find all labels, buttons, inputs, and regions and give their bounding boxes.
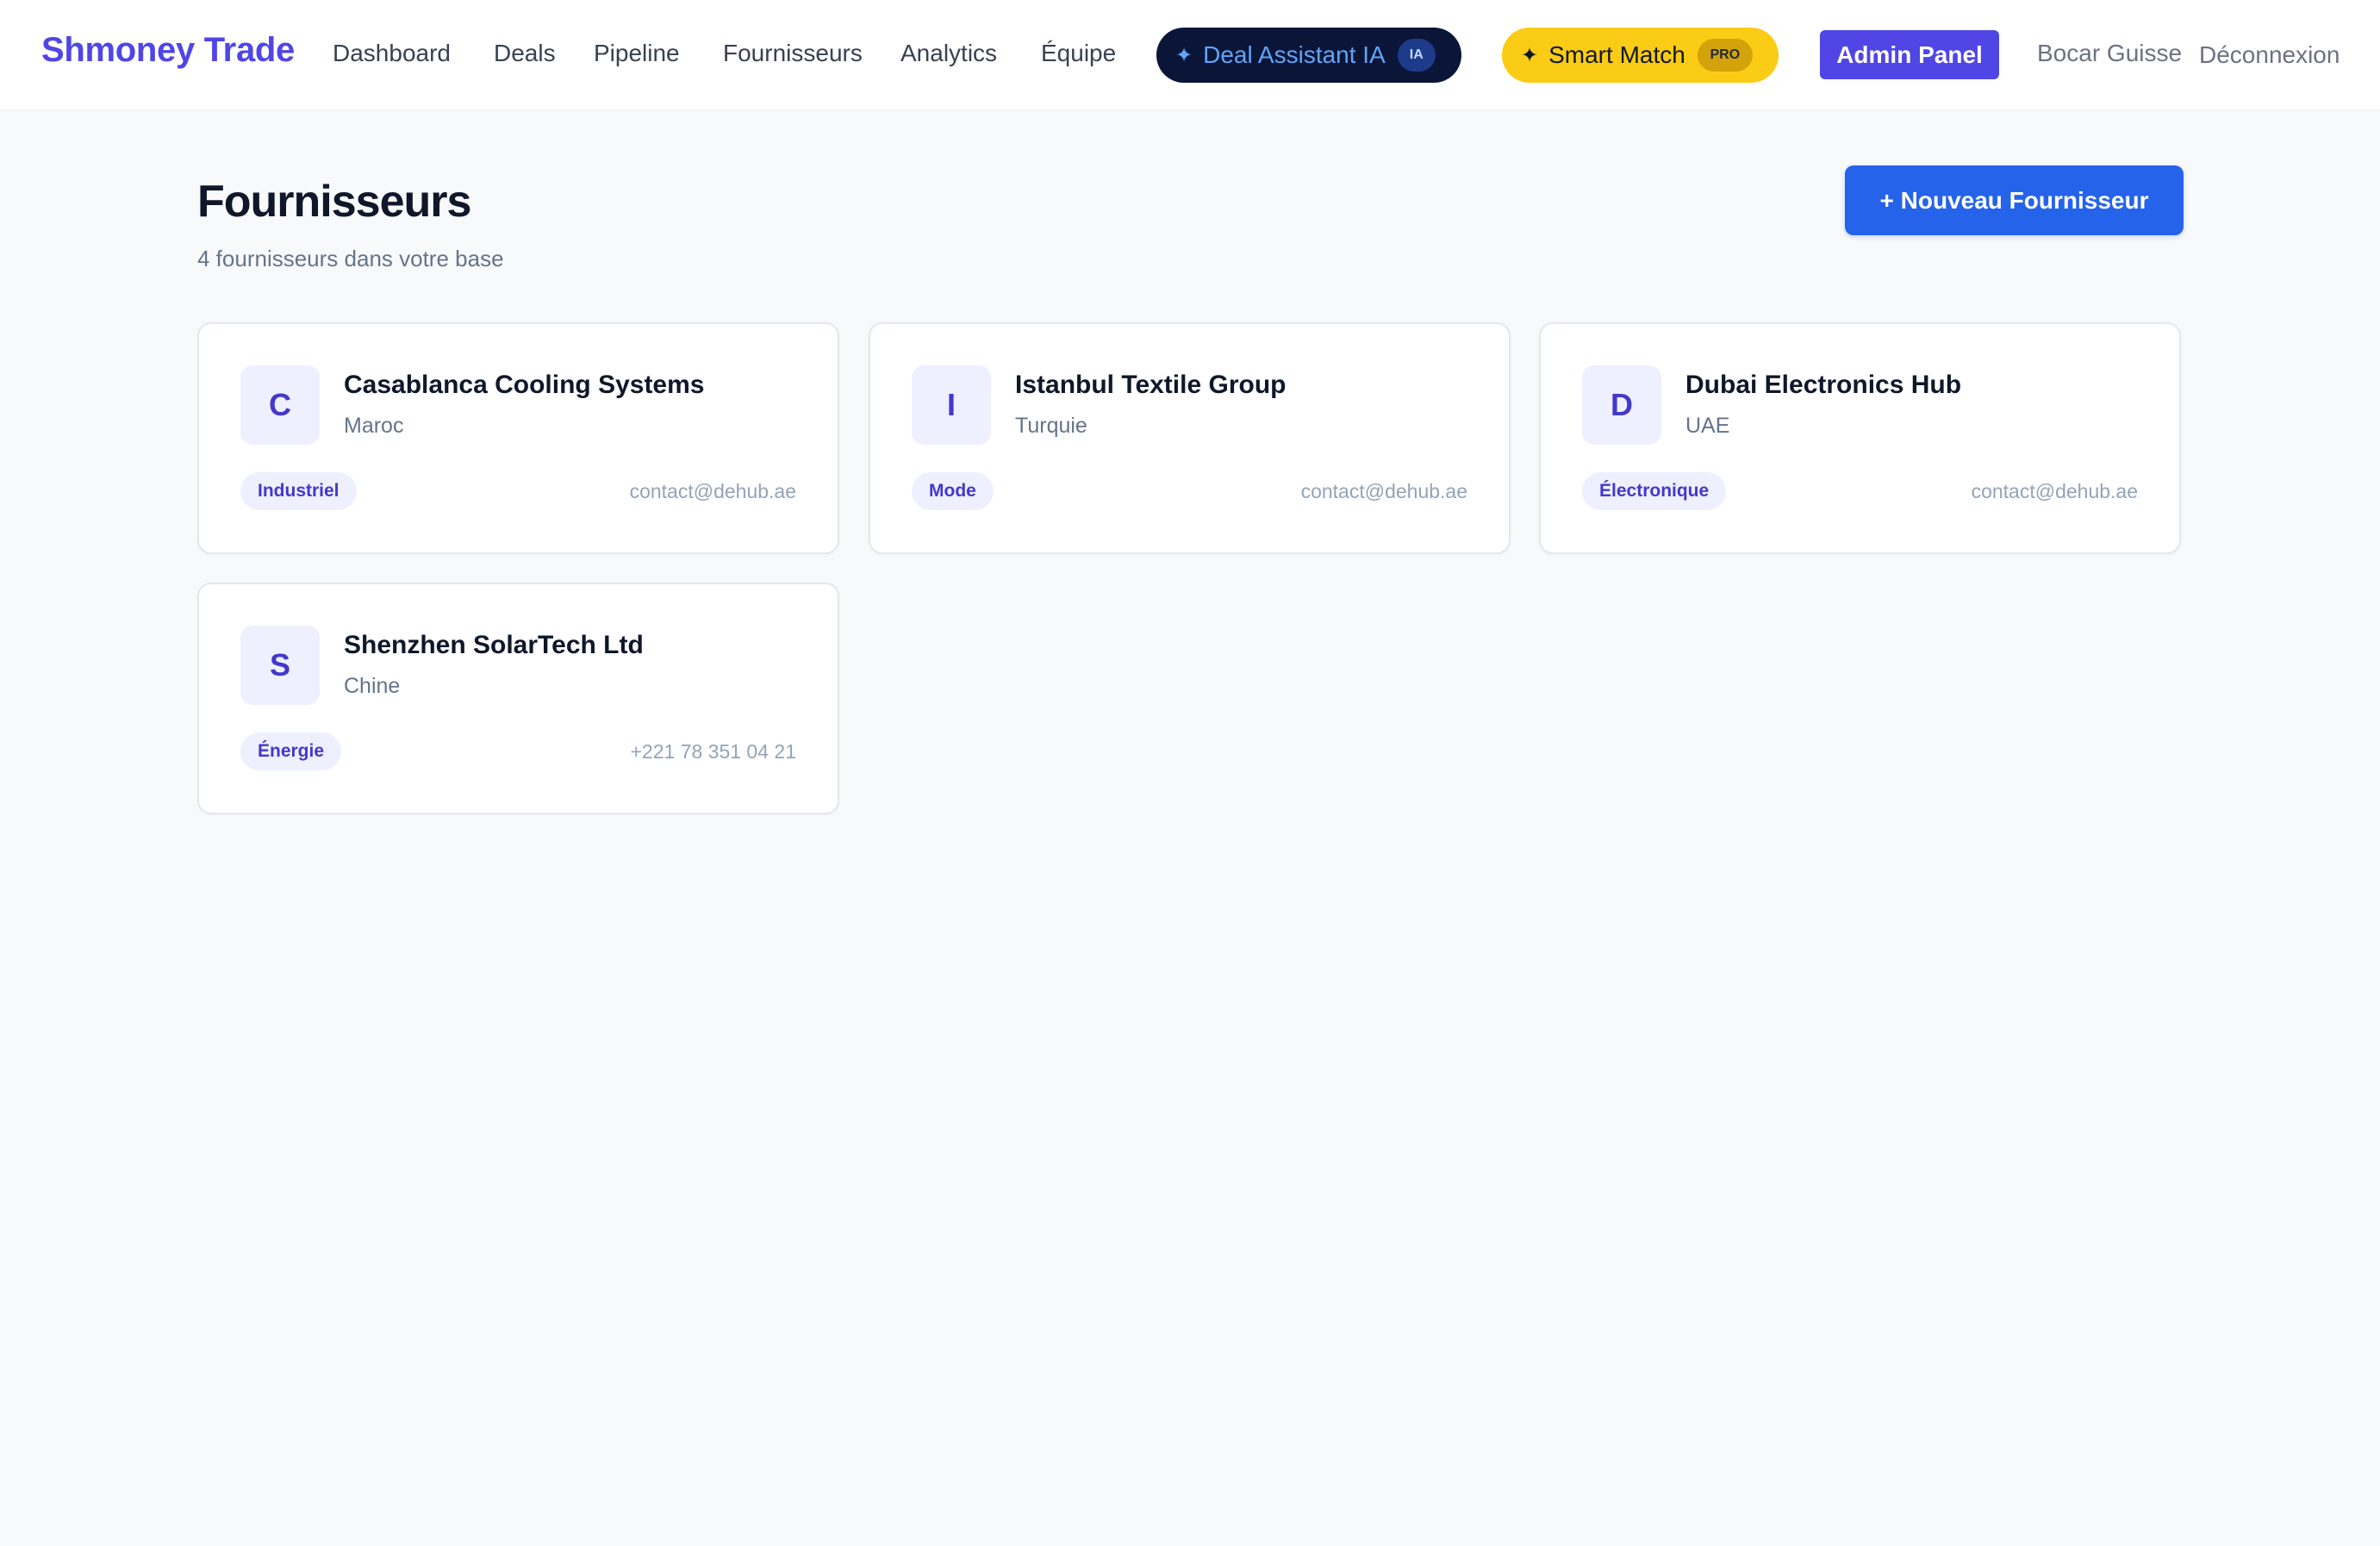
supplier-card[interactable]: D Dubai Electronics Hub UAE Électronique…	[1539, 322, 2181, 554]
page-title: Fournisseurs	[197, 177, 471, 227]
nav-link-fournisseurs[interactable]: Fournisseurs	[723, 40, 863, 67]
smart-match-label: Smart Match	[1548, 41, 1685, 68]
top-navbar: Shmoney Trade Dashboard Deals Pipeline F…	[0, 0, 2380, 109]
sparkle-icon: ✦	[1175, 43, 1193, 67]
brand-logo[interactable]: Shmoney Trade	[41, 31, 295, 70]
supplier-country: Chine	[344, 674, 401, 698]
new-supplier-button[interactable]: + Nouveau Fournisseur	[1845, 165, 2184, 235]
supplier-name: Casablanca Cooling Systems	[344, 371, 705, 399]
supplier-avatar: D	[1582, 365, 1661, 445]
supplier-country: UAE	[1685, 414, 1730, 438]
category-badge: Électronique	[1582, 472, 1727, 510]
supplier-country: Maroc	[344, 414, 404, 438]
sparkle-icon: ✦	[1521, 43, 1539, 67]
supplier-card[interactable]: I Istanbul Textile Group Turquie Mode co…	[869, 322, 1511, 554]
supplier-card[interactable]: C Casablanca Cooling Systems Maroc Indus…	[197, 322, 839, 554]
category-badge: Énergie	[240, 732, 342, 770]
nav-link-dashboard[interactable]: Dashboard	[333, 40, 451, 67]
ia-tag: IA	[1397, 39, 1436, 72]
category-badge: Industriel	[240, 472, 357, 510]
supplier-contact: contact@dehub.ae	[629, 480, 796, 502]
supplier-name: Dubai Electronics Hub	[1685, 371, 1962, 399]
supplier-avatar: S	[240, 626, 320, 705]
supplier-country: Turquie	[1015, 414, 1087, 438]
nav-link-analytics[interactable]: Analytics	[900, 40, 997, 67]
supplier-name: Shenzhen SolarTech Ltd	[344, 631, 644, 659]
supplier-contact: contact@dehub.ae	[1300, 480, 1467, 502]
user-name[interactable]: Bocar Guisse	[2037, 40, 2182, 67]
nav-link-pipeline[interactable]: Pipeline	[594, 40, 680, 67]
supplier-name: Istanbul Textile Group	[1015, 371, 1287, 399]
category-badge: Mode	[912, 472, 994, 510]
pro-tag: PRO	[1697, 39, 1753, 72]
supplier-contact: +221 78 351 04 21	[630, 740, 797, 763]
supplier-avatar: I	[912, 365, 991, 445]
admin-panel-button[interactable]: Admin Panel	[1820, 30, 1999, 79]
smart-match-button[interactable]: ✦ Smart Match PRO	[1502, 28, 1779, 83]
supplier-contact: contact@dehub.ae	[1971, 480, 2138, 502]
deal-assistant-label: Deal Assistant IA	[1203, 41, 1386, 68]
nav-link-deals[interactable]: Deals	[494, 40, 556, 67]
supplier-avatar: C	[240, 365, 320, 445]
deal-assistant-button[interactable]: ✦ Deal Assistant IA IA	[1156, 28, 1461, 83]
page-subtitle: 4 fournisseurs dans votre base	[197, 246, 504, 271]
supplier-card[interactable]: S Shenzhen SolarTech Ltd Chine Énergie +…	[197, 583, 839, 814]
nav-link-equipe[interactable]: Équipe	[1041, 40, 1116, 67]
logout-link[interactable]: Déconnexion	[2199, 41, 2340, 69]
